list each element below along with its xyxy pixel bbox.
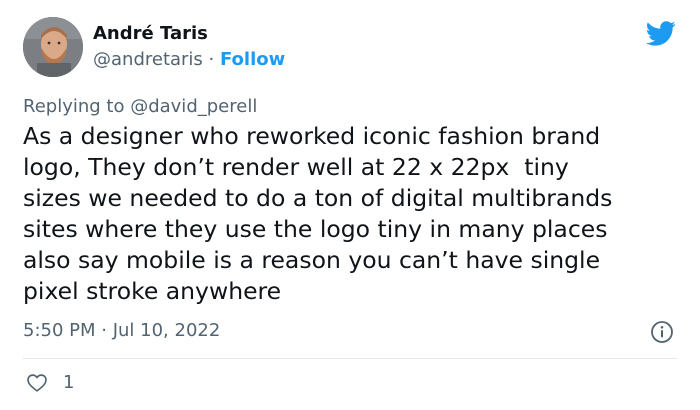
timestamp-separator: · <box>95 320 113 341</box>
tweet-text-line: logo, They don’t render well at 22 x 22p… <box>23 153 569 181</box>
tweet-card: André Taris @andretaris · Follow Replyin… <box>0 0 700 410</box>
author-display-name[interactable]: André Taris <box>93 22 285 46</box>
handle-separator: · <box>202 49 220 70</box>
replying-to: Replying to @david_perell <box>23 94 257 120</box>
like-button[interactable]: 1 <box>26 371 74 395</box>
author-block: André Taris @andretaris · Follow <box>93 22 285 72</box>
avatar-photo <box>23 17 83 77</box>
like-count: 1 <box>63 372 75 393</box>
author-handle-line: @andretaris · Follow <box>93 48 285 72</box>
tweet-text-line: also say mobile is a reason you can’t ha… <box>23 246 601 274</box>
tweet-text-line: pixel stroke anywhere <box>23 277 282 305</box>
tweet-text-line: As a designer who reworked iconic fashio… <box>23 122 601 150</box>
replying-to-prefix: Replying to <box>23 96 131 117</box>
follow-button[interactable]: Follow <box>220 49 285 70</box>
reply-mention[interactable]: @david_perell <box>130 96 257 117</box>
twitter-bird-icon[interactable] <box>644 18 678 48</box>
tweet-date: Jul 10, 2022 <box>112 320 221 341</box>
author-handle[interactable]: @andretaris <box>93 49 203 70</box>
tweet-text: As a designer who reworked iconic fashio… <box>23 121 693 307</box>
info-icon[interactable] <box>650 320 674 344</box>
avatar[interactable] <box>23 17 83 77</box>
tweet-time: 5:50 PM <box>23 320 96 341</box>
tweet-text-line: sizes we needed to do a ton of digital m… <box>23 184 613 212</box>
tweet-timestamp[interactable]: 5:50 PM · Jul 10, 2022 <box>23 318 220 344</box>
divider <box>23 358 677 359</box>
tweet-text-line: sites where they use the logo tiny in ma… <box>23 215 608 243</box>
heart-icon <box>27 374 47 392</box>
